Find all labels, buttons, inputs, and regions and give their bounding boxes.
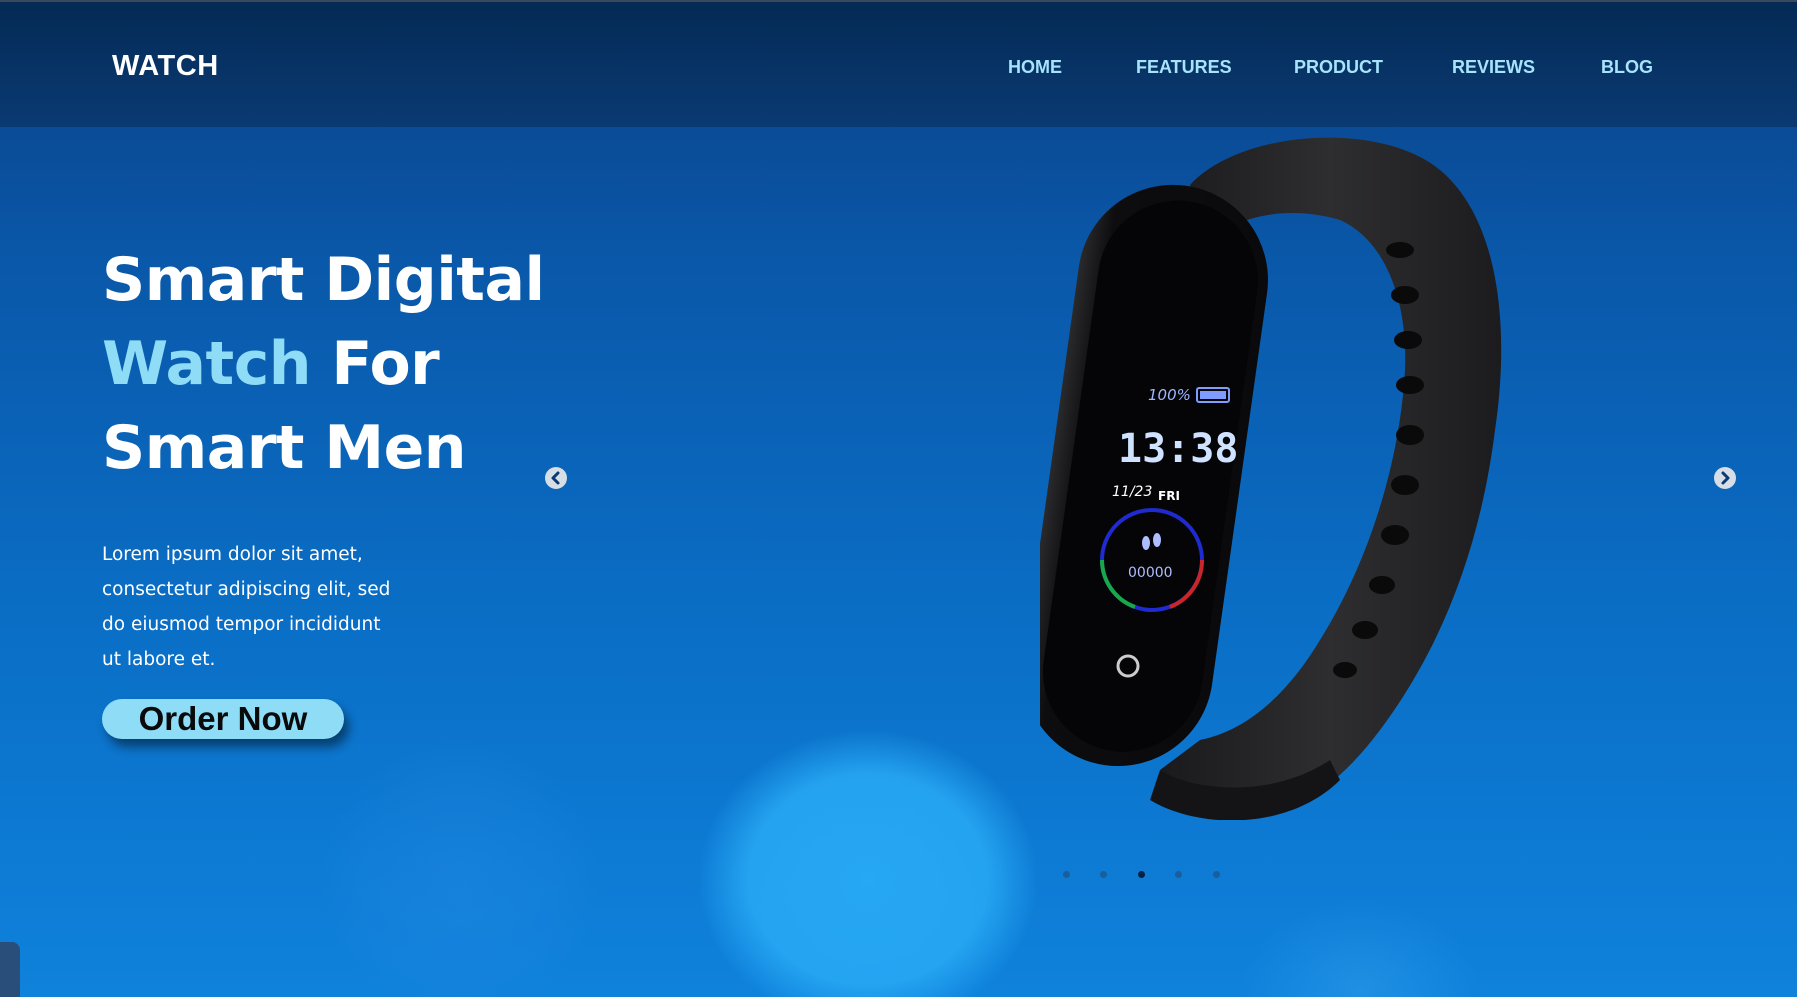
chevron-right-icon [1721,471,1730,485]
carousel-dot-3[interactable] [1138,871,1145,878]
side-scroll-tab[interactable] [0,942,20,997]
watch-steps-text: 00000 [1128,565,1173,581]
watch-date-text: 11/23 [1112,484,1152,500]
carousel-dot-2[interactable] [1100,871,1107,878]
hero-title-line2: Watch For [102,322,545,406]
hero-page: WATCH HOME FEATURES PRODUCT REVIEWS BLOG… [0,0,1797,997]
hero-title-line3: Smart Men [102,413,466,483]
watch-day-text: FRI [1158,489,1180,503]
chevron-left-icon [551,471,560,485]
hero-title-line2-rest: For [311,329,440,399]
watch-pod [1040,184,1268,767]
smart-watch-image: 100% 13:38 11/23 FRI 00000 [1040,137,1502,820]
nav-reviews[interactable]: REVIEWS [1452,57,1535,78]
battery-fill [1200,391,1226,399]
carousel-dot-4[interactable] [1175,871,1182,878]
carousel-prev-button[interactable] [545,467,567,489]
watch-battery-text: 100% [1148,386,1191,404]
navbar: WATCH HOME FEATURES PRODUCT REVIEWS BLOG [0,0,1797,127]
hero-title: Smart Digital Watch For Smart Men [102,238,545,490]
hero-title-line1: Smart Digital [102,245,545,315]
hero-description: Lorem ipsum dolor sit amet, consectetur … [102,544,391,670]
nav-home[interactable]: HOME [1008,57,1062,78]
hero-title-accent: Watch [102,329,312,399]
carousel-next-button[interactable] [1714,467,1736,489]
order-now-button[interactable]: Order Now [102,699,344,739]
carousel-dot-1[interactable] [1063,871,1070,878]
watch-time-text: 13:38 [1118,426,1238,472]
brand-logo[interactable]: WATCH [112,50,219,83]
nav-product[interactable]: PRODUCT [1294,57,1383,78]
nav-features[interactable]: FEATURES [1136,57,1232,78]
carousel-dot-5[interactable] [1213,871,1220,878]
nav-blog[interactable]: BLOG [1601,57,1653,78]
